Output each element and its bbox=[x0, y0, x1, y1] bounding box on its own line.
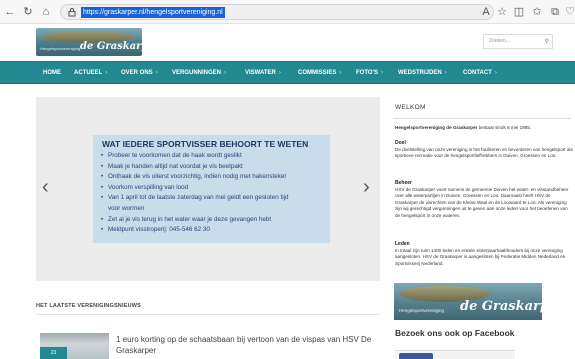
sidebar-logo-big: de Graskarper bbox=[460, 299, 542, 314]
facebook-widget[interactable] bbox=[395, 350, 515, 359]
search-placeholder: Zoeken... bbox=[489, 38, 510, 44]
search-icon[interactable]: ⚲ bbox=[545, 38, 549, 45]
nav-item-contact[interactable]: CONTACT › bbox=[463, 62, 497, 84]
leden-title: Leden bbox=[395, 241, 410, 247]
nav-item-commissies[interactable]: COMMISSIES › bbox=[298, 62, 341, 84]
nav-item-fotos[interactable]: FOTO'S › bbox=[356, 62, 383, 84]
url-text[interactable]: https://graskarper.nl/hengelsportverenig… bbox=[81, 7, 225, 18]
nav-item-wedstrijden[interactable]: WEDSTRIJDEN › bbox=[398, 62, 447, 84]
nav-item-over-ons[interactable]: OVER ONS › bbox=[121, 62, 158, 84]
back-icon[interactable]: ← bbox=[3, 5, 17, 19]
news-date-badge: 23 bbox=[40, 347, 67, 359]
favorites-icon[interactable]: ✩ bbox=[530, 5, 544, 19]
browser-toolbar: ← ↻ ⌂ https://graskarper.nl/hengelsportv… bbox=[0, 0, 575, 24]
sidebar-logo-small: Hengelsportvereniging bbox=[399, 308, 445, 313]
lock-icon bbox=[68, 8, 76, 17]
slide-tips: WAT IEDERE SPORTVISSER BEHOORT TE WETEN … bbox=[93, 135, 330, 243]
logo-big-text: de Graskarper bbox=[80, 41, 142, 52]
leden-text: In totaal zijn ruim 1400 leden en enkele… bbox=[395, 248, 566, 266]
search-input[interactable]: Zoeken... ⚲ bbox=[483, 34, 553, 49]
nav-item-viswater[interactable]: VISWATER › bbox=[245, 62, 281, 84]
sidebar-heading: WELKOM bbox=[395, 104, 426, 111]
favorite-star-icon[interactable]: ☆ bbox=[495, 5, 509, 19]
image-slider: WAT IEDERE SPORTVISSER BEHOORT TE WETEN … bbox=[36, 97, 380, 281]
read-aloud-icon[interactable]: A bbox=[479, 5, 493, 19]
tip-item: • Onthaak de vis uiterst voorzichtig, ind… bbox=[101, 173, 287, 181]
tip-item: • Zet al je vis terug in het water waar j… bbox=[101, 215, 272, 223]
divider bbox=[36, 314, 380, 315]
tip-item: • Maak je handen altijd nat voordat je vi… bbox=[101, 162, 243, 170]
slide-title: WAT IEDERE SPORTVISSER BEHOORT TE WETEN bbox=[102, 139, 309, 149]
news-item-title[interactable]: 1 euro korting op de schaatsbaan bij ver… bbox=[116, 334, 378, 356]
tip-item: • Probeer te voorkomen dat de haak wordt … bbox=[101, 152, 242, 159]
nav-item-actueel[interactable]: ACTUEEL › bbox=[74, 62, 107, 84]
tip-item: • Meldpunt visstroperij: 045-546 62 30 bbox=[101, 226, 210, 234]
tips-list: • Probeer te voorkomen dat de haak wordt … bbox=[101, 151, 289, 236]
facebook-heading: Bezoek ons ook op Facebook bbox=[395, 328, 515, 338]
refresh-icon[interactable]: ↻ bbox=[21, 5, 35, 19]
logo-small-text: Hengelsportvereniging bbox=[40, 46, 81, 51]
facebook-button[interactable] bbox=[399, 353, 433, 359]
nav-item-vergunningen[interactable]: VERGUNNINGEN › bbox=[172, 62, 226, 84]
main-navigation: HOME ACTUEEL › OVER ONS › VERGUNNINGEN › VI… bbox=[0, 61, 575, 84]
extensions-icon[interactable]: ♡ bbox=[563, 5, 575, 19]
tip-item-continued: voor wormen bbox=[108, 204, 145, 212]
tip-item: • Van 1 april tot de laatste zaterdag van… bbox=[101, 194, 289, 202]
address-bar[interactable]: https://graskarper.nl/hengelsportverenig… bbox=[60, 4, 494, 20]
slider-prev-icon[interactable]: ‹ bbox=[42, 177, 49, 197]
sidebar-logo-banner[interactable]: Hengelsportvereniging de Graskarper bbox=[394, 283, 542, 320]
sidebar-intro: Hengelsportvereniging de Graskarper best… bbox=[395, 125, 532, 130]
site-logo[interactable]: Hengelsportvereniging de Graskarper bbox=[36, 28, 142, 56]
news-section-title: HET LAATSTE VERENIGINGSNIEUWS bbox=[36, 303, 142, 309]
site-header: Hengelsportvereniging de Graskarper Zoek… bbox=[0, 24, 575, 61]
doel-text: De doelstelling van onze vereniging is h… bbox=[395, 147, 573, 159]
beheer-title: Beheer bbox=[395, 180, 412, 186]
slider-next-icon[interactable]: › bbox=[363, 177, 370, 197]
doel-title: Doel bbox=[395, 140, 406, 146]
news-thumbnail[interactable]: 23 bbox=[40, 333, 109, 359]
divider bbox=[393, 118, 571, 119]
tip-item: • Voorkom verspilling van lood bbox=[101, 183, 189, 191]
beheer-text: HSV de Graskarper voert namens de gemeen… bbox=[395, 187, 569, 218]
nav-item-home[interactable]: HOME bbox=[43, 62, 61, 84]
home-icon[interactable]: ⌂ bbox=[39, 5, 53, 19]
split-screen-icon[interactable]: ◫ bbox=[512, 5, 526, 19]
collections-icon[interactable]: ⧉ bbox=[548, 5, 562, 19]
